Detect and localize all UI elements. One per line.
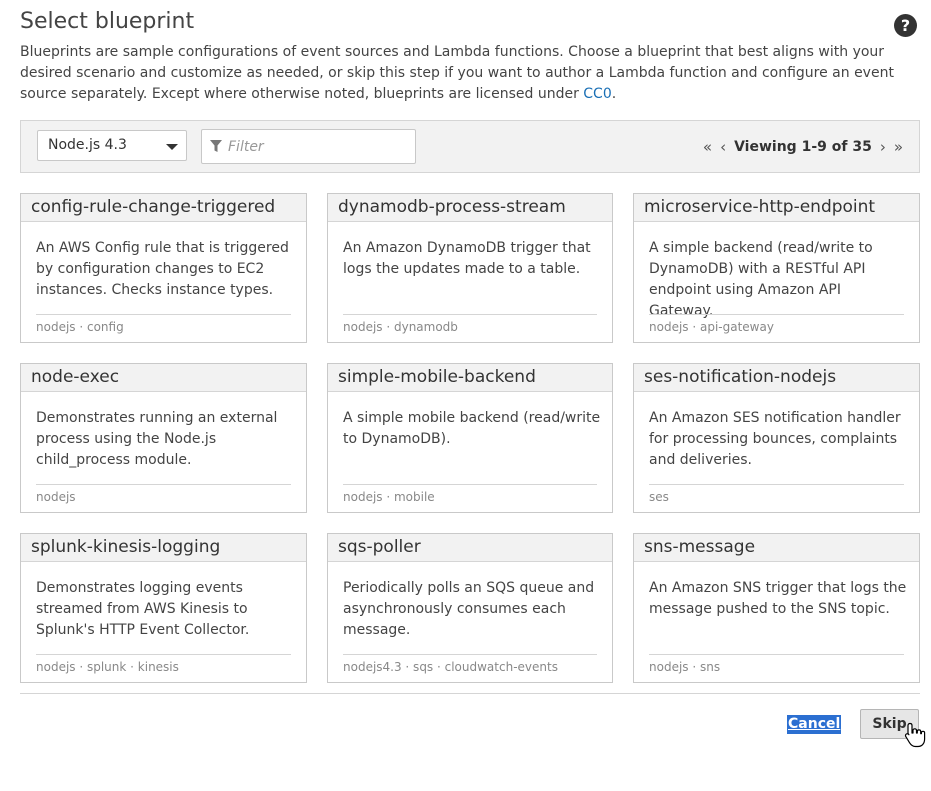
card-divider [343,314,597,315]
blueprint-description: A simple backend (read/write to DynamoDB… [649,240,873,319]
blueprint-description: An Amazon DynamoDB trigger that logs the… [343,240,591,277]
blueprint-name: sns-message [634,534,919,562]
blueprint-description: Demonstrates running an external process… [36,410,278,468]
blueprint-card[interactable]: ses-notification-nodejs An Amazon SES no… [633,363,920,513]
blueprint-card[interactable]: simple-mobile-backend A simple mobile ba… [327,363,613,513]
page-title: Select blueprint [20,9,195,34]
blueprint-tags: nodejs · dynamodb [343,320,458,334]
footer-divider [20,693,920,694]
blueprint-card[interactable]: splunk-kinesis-logging Demonstrates logg… [20,533,307,683]
filter-funnel-icon [210,140,222,152]
blueprint-card[interactable]: dynamodb-process-stream An Amazon Dynamo… [327,193,613,343]
blueprint-tags: nodejs · api-gateway [649,320,774,334]
prev-page-icon[interactable]: ‹ [720,138,726,156]
first-page-icon[interactable]: « [703,138,712,156]
blueprint-tags: nodejs · mobile [343,490,435,504]
card-divider [649,484,904,485]
card-divider [649,654,904,655]
blueprint-description: An Amazon SES notification handler for p… [649,410,901,468]
card-divider [649,314,904,315]
blueprint-card[interactable]: node-exec Demonstrates running an extern… [20,363,307,513]
blueprint-description: An AWS Config rule that is triggered by … [36,240,289,298]
blueprint-card[interactable]: sqs-poller Periodically polls an SQS que… [327,533,613,683]
blueprint-name: ses-notification-nodejs [634,364,919,392]
blueprint-tags: nodejs · config [36,320,124,334]
blueprint-name: splunk-kinesis-logging [21,534,306,562]
description-text-end: . [611,86,617,102]
blueprint-name: microservice-http-endpoint [634,194,919,222]
blueprint-tags: nodejs · sns [649,660,721,674]
blueprint-description: Demonstrates logging events streamed fro… [36,580,250,638]
blueprint-name: simple-mobile-backend [328,364,612,392]
caret-down-icon [166,144,178,150]
blueprint-tags: nodejs · splunk · kinesis [36,660,179,674]
blueprint-name: dynamodb-process-stream [328,194,612,222]
blueprint-description: An Amazon SNS trigger that logs the mess… [649,580,907,617]
card-divider [343,654,597,655]
filter-field[interactable] [201,129,416,164]
blueprint-description: Periodically polls an SQS queue and asyn… [343,580,595,638]
blueprint-card[interactable]: sns-message An Amazon SNS trigger that l… [633,533,920,683]
skip-button[interactable]: Skip [860,709,919,739]
pagination: « ‹ Viewing 1-9 of 35 › » [703,137,903,157]
card-divider [36,484,291,485]
cancel-link[interactable]: Cancel [787,715,842,734]
blueprint-card[interactable]: config-rule-change-triggered An AWS Conf… [20,193,307,343]
blueprint-tags: nodejs4.3 · sqs · cloudwatch-events [343,660,558,674]
runtime-select-value: Node.js 4.3 [48,137,127,153]
runtime-select[interactable]: Node.js 4.3 [37,130,187,161]
last-page-icon[interactable]: » [894,138,903,156]
next-page-icon[interactable]: › [880,138,886,156]
filter-input[interactable] [228,136,408,158]
card-divider [36,654,291,655]
viewing-range: Viewing 1-9 of 35 [734,139,872,155]
description-text: Blueprints are sample configurations of … [20,44,894,102]
card-divider [36,314,291,315]
card-divider [343,484,597,485]
blueprint-toolbar: Node.js 4.3 « ‹ Viewing 1-9 of 35 › » [20,120,920,173]
cc0-license-link[interactable]: CC0 [583,86,611,102]
blueprint-tags: nodejs [36,490,76,504]
blueprint-description: A simple mobile backend (read/write to D… [343,410,601,447]
blueprint-name: config-rule-change-triggered [21,194,306,222]
blueprint-tags: ses [649,490,669,504]
blueprint-name: node-exec [21,364,306,392]
blueprint-card[interactable]: microservice-http-endpoint A simple back… [633,193,920,343]
blueprint-name: sqs-poller [328,534,612,562]
question-circle-icon[interactable]: ? [894,14,917,37]
page-description: Blueprints are sample configurations of … [20,42,920,105]
